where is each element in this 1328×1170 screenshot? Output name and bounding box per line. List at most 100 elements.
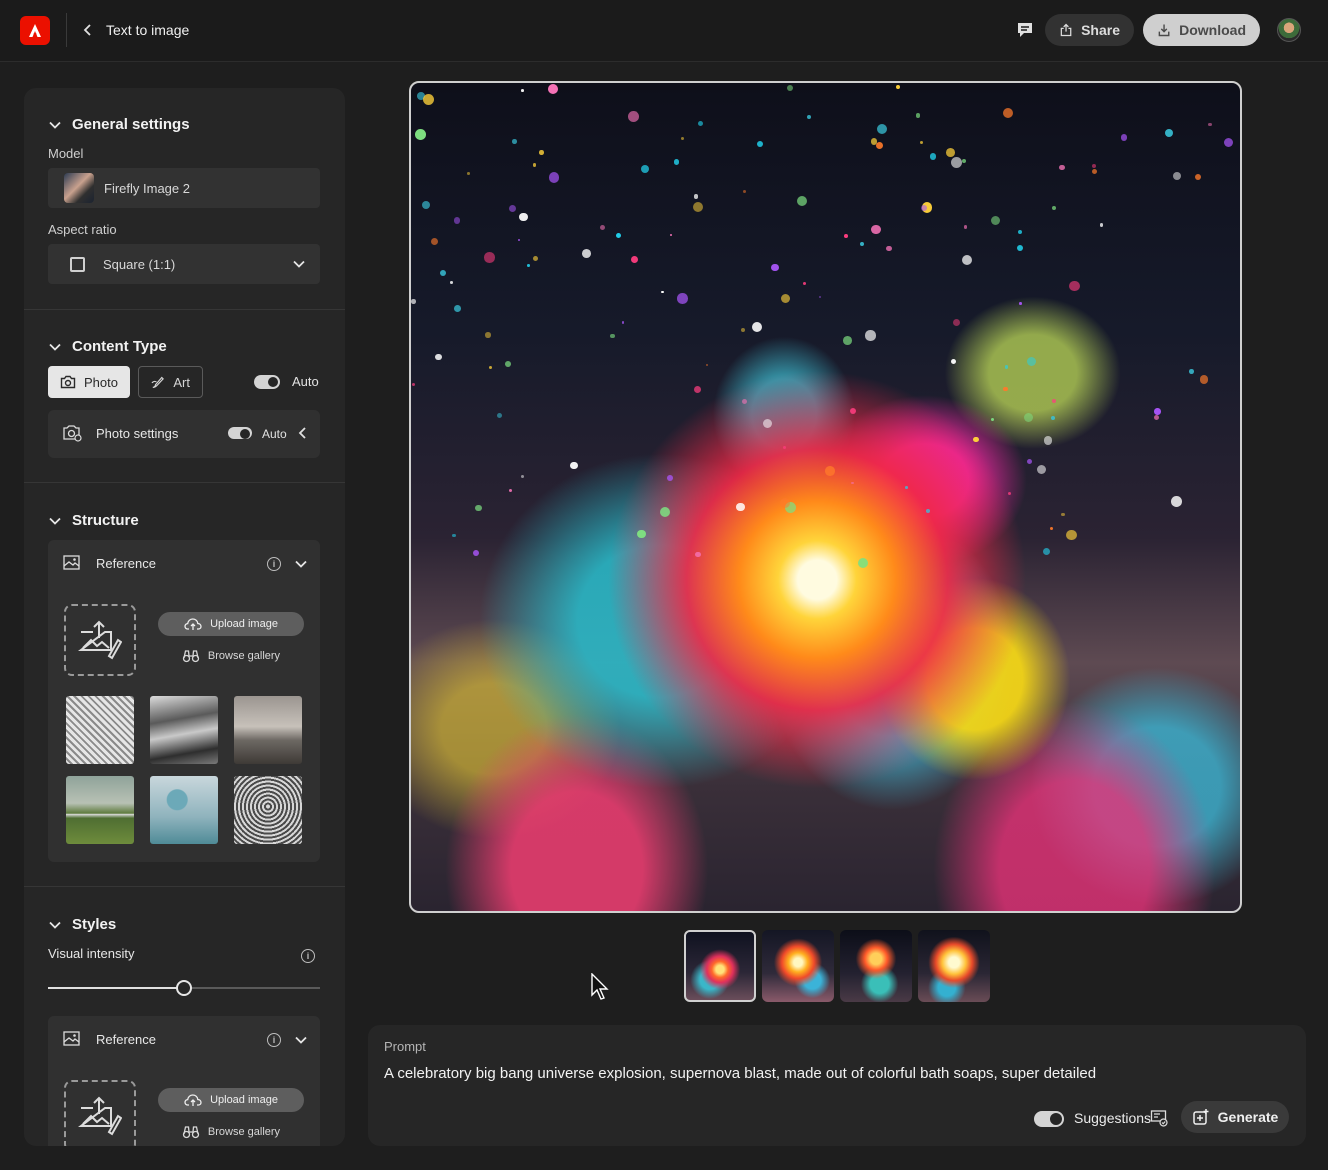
user-avatar[interactable] — [1277, 18, 1301, 42]
aspect-ratio-dropdown[interactable]: Square (1:1) — [48, 244, 320, 284]
info-icon[interactable]: i — [301, 949, 315, 963]
content-type-header[interactable]: Content Type — [48, 338, 167, 355]
brush-icon — [151, 376, 164, 388]
photo-settings-toggle[interactable] — [228, 427, 252, 439]
generate-label: Generate — [1217, 1109, 1279, 1125]
art-type-button[interactable]: Art — [138, 366, 203, 398]
visual-intensity-label: Visual intensity — [48, 946, 135, 961]
variation-thumbnail[interactable] — [918, 930, 990, 1002]
chevron-left-icon[interactable] — [298, 426, 308, 440]
image-upload-icon — [78, 1096, 122, 1136]
paint-speck — [1199, 375, 1208, 384]
style-browse-button[interactable]: Browse gallery — [158, 1120, 304, 1144]
structure-header[interactable]: Structure — [48, 512, 139, 529]
reference-image-icon — [63, 1031, 80, 1046]
photo-settings-card[interactable]: Photo settings Auto — [48, 410, 320, 458]
suggestions-toggle[interactable] — [1034, 1111, 1064, 1127]
gallery-thumbnail[interactable] — [234, 696, 302, 764]
styles-header[interactable]: Styles — [48, 916, 116, 933]
adobe-logo-icon[interactable] — [20, 16, 50, 45]
variation-thumbnail[interactable] — [684, 930, 756, 1002]
gallery-thumbnail[interactable] — [66, 776, 134, 844]
structure-reference-card: Reference i Upload image Browse gallery — [48, 540, 320, 862]
chevron-down-icon[interactable] — [294, 557, 308, 571]
styles-title: Styles — [72, 916, 117, 933]
paint-speck — [1043, 547, 1051, 555]
paint-speck — [1164, 129, 1173, 138]
paint-speck — [450, 280, 453, 284]
suggestions-icon[interactable] — [1150, 1109, 1168, 1127]
paint-speck — [1194, 173, 1201, 180]
auto-toggle[interactable] — [254, 375, 280, 389]
info-icon[interactable]: i — [267, 557, 281, 571]
comment-icon[interactable] — [1013, 18, 1037, 42]
paint-speck — [877, 123, 888, 134]
paint-speck — [1037, 465, 1047, 475]
gallery-thumbnail[interactable] — [150, 776, 218, 844]
generate-button[interactable]: Generate — [1181, 1101, 1289, 1133]
paint-speck — [1002, 107, 1013, 118]
chevron-down-icon — [49, 517, 61, 525]
general-settings-header[interactable]: General settings — [48, 116, 190, 133]
structure-upload-button[interactable]: Upload image — [158, 612, 304, 636]
model-thumbnail — [64, 173, 94, 203]
paint-speck — [1099, 223, 1104, 227]
gallery-thumbnail[interactable] — [234, 776, 302, 844]
structure-title: Structure — [72, 512, 139, 529]
structure-reference-row[interactable]: Reference — [62, 554, 156, 572]
paint-speck — [661, 290, 665, 294]
binoculars-icon — [182, 1126, 200, 1139]
visual-intensity-slider[interactable] — [48, 980, 320, 996]
paint-speck — [886, 246, 892, 252]
gallery-thumbnail[interactable] — [150, 696, 218, 764]
paint-speck — [669, 234, 672, 237]
gallery-thumbnail[interactable] — [66, 696, 134, 764]
paint-speck — [452, 533, 456, 538]
paint-speck — [599, 225, 606, 231]
paint-speck — [919, 140, 924, 145]
paint-speck — [859, 241, 864, 246]
paint-speck — [630, 255, 639, 264]
settings-panel: General settings Model Firefly Image 2 A… — [24, 88, 345, 1146]
prompt-input[interactable]: A celebratory big bang universe explosio… — [384, 1065, 1096, 1082]
style-upload-dropzone[interactable] — [64, 1080, 136, 1146]
model-selector[interactable]: Firefly Image 2 — [48, 168, 320, 208]
structure-upload-dropzone[interactable] — [64, 604, 136, 676]
slider-handle[interactable] — [176, 980, 192, 996]
structure-browse-button[interactable]: Browse gallery — [158, 644, 304, 668]
paint-speck — [621, 321, 625, 324]
paint-speck — [695, 552, 701, 558]
paint-speck — [548, 172, 559, 183]
aspect-ratio-value: Square (1:1) — [103, 256, 176, 272]
paint-speck — [876, 142, 884, 150]
style-upload-button[interactable]: Upload image — [158, 1088, 304, 1112]
paint-speck — [905, 486, 909, 490]
paint-speck — [422, 94, 434, 106]
style-reference-row[interactable]: Reference — [62, 1030, 156, 1048]
back-chevron-icon[interactable] — [80, 20, 96, 40]
photo-settings-auto-label: Auto — [262, 427, 287, 441]
variation-thumbnail[interactable] — [762, 930, 834, 1002]
paint-speck — [1026, 356, 1037, 367]
style-browse-label: Browse gallery — [207, 1126, 281, 1138]
download-button[interactable]: Download — [1143, 14, 1260, 46]
paint-speck — [973, 436, 979, 443]
paint-speck — [674, 159, 680, 165]
section-divider — [24, 482, 345, 483]
aspect-ratio-label: Aspect ratio — [48, 222, 117, 237]
info-icon[interactable]: i — [267, 1033, 281, 1047]
section-divider — [24, 886, 345, 887]
generated-image[interactable] — [409, 81, 1242, 913]
general-settings-title: General settings — [72, 116, 190, 133]
share-button[interactable]: Share — [1045, 14, 1134, 46]
reference-image-icon — [63, 555, 80, 570]
paint-speck — [628, 110, 639, 122]
model-value: Firefly Image 2 — [104, 180, 190, 196]
photo-type-button[interactable]: Photo — [48, 366, 130, 398]
paint-speck — [698, 121, 704, 127]
share-label: Share — [1081, 22, 1120, 38]
paint-speck — [915, 113, 921, 118]
chevron-down-icon[interactable] — [294, 1033, 308, 1047]
paint-speck — [538, 150, 544, 155]
variation-thumbnail[interactable] — [840, 930, 912, 1002]
